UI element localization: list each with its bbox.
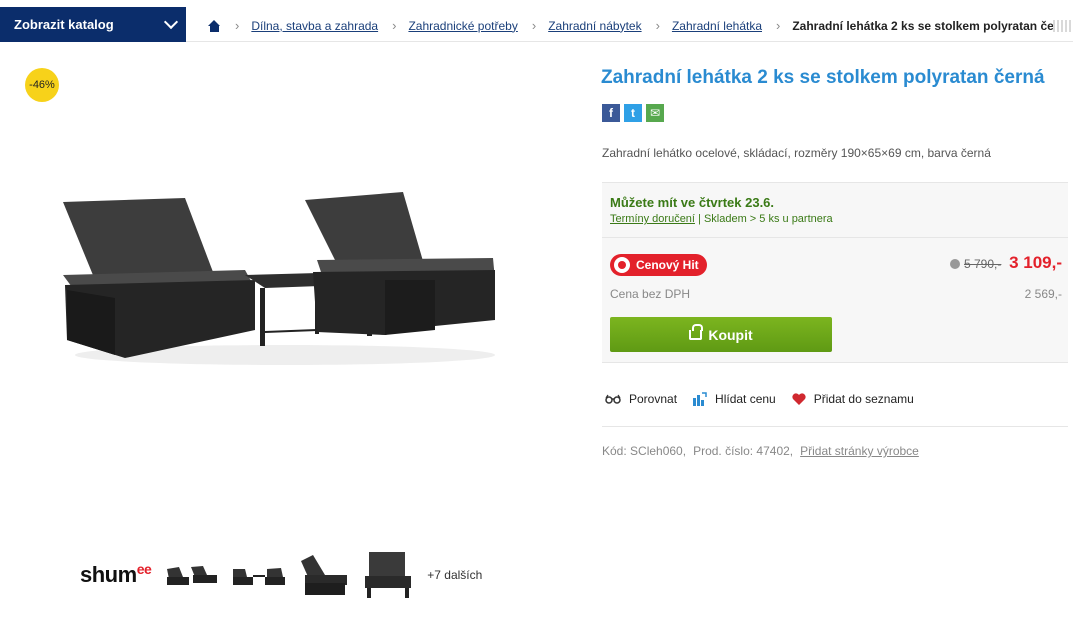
top-bar: Zobrazit katalog › Dílna, stavba a zahra… [0, 0, 1073, 42]
thumbnail-row: shumee +7 dalších [80, 550, 482, 600]
delivery-terms-link[interactable]: Termíny doručení [610, 213, 695, 225]
basket-icon [689, 323, 704, 340]
chevron-down-icon [163, 14, 179, 30]
add-to-list-label: Přidat do seznamu [813, 392, 914, 406]
info-icon[interactable] [950, 259, 960, 269]
price-hit-label: Cenový Hit [636, 258, 699, 272]
catalog-label: Zobrazit katalog [14, 17, 114, 32]
chevron-right-icon: › [655, 18, 660, 33]
twitter-icon[interactable]: t [624, 104, 642, 122]
heart-icon [792, 393, 806, 405]
product-description: Zahradní lehátko ocelové, skládací, rozm… [602, 146, 991, 160]
manufacturer-link[interactable]: Přidat stránky výrobce [800, 444, 919, 458]
availability-line: Termíny doručení | Skladem > 5 ks u part… [610, 213, 1068, 225]
email-icon[interactable]: ✉ [646, 104, 664, 122]
catalog-button[interactable]: Zobrazit katalog [0, 7, 186, 42]
add-to-list-button[interactable]: Přidat do seznamu [792, 392, 914, 406]
chart-icon [693, 392, 707, 406]
thumbnail-image[interactable] [299, 553, 349, 597]
watch-price-label: Hlídat cenu [715, 392, 776, 406]
price-without-vat: 2 569,- [1024, 287, 1062, 301]
breadcrumb-link[interactable]: Zahradnické potřeby [408, 19, 517, 33]
availability-title: Můžete mít ve čtvrtek 23.6. [610, 195, 775, 210]
chevron-right-icon: › [235, 18, 240, 33]
buy-label: Koupit [708, 326, 753, 343]
old-price: 5 790,- [950, 257, 1001, 271]
buy-button[interactable]: Koupit [610, 317, 832, 352]
thumbnail-image[interactable] [167, 563, 219, 587]
product-image[interactable] [55, 180, 505, 380]
price-hit-badge[interactable]: Cenový Hit [610, 254, 707, 276]
price-box: Cenový Hit 5 790,- 3 109,- Cena bez DPH … [602, 237, 1068, 363]
stock-status: | Skladem > 5 ks u partnera [694, 213, 833, 225]
price-hit-icon [614, 257, 630, 273]
price-without-vat-label: Cena bez DPH [610, 287, 691, 301]
more-images-link[interactable]: +7 dalších [427, 568, 482, 582]
current-price: 3 109,- [1009, 253, 1062, 272]
discount-badge: -46% [25, 68, 59, 102]
breadcrumb: › Dílna, stavba a zahrada › Zahradnické … [208, 18, 1072, 33]
thumbnail-image[interactable] [233, 563, 286, 587]
compare-icon [605, 394, 621, 404]
breadcrumb-link[interactable]: Dílna, stavba a zahrada [251, 19, 378, 33]
share-buttons: f t ✉ [602, 104, 668, 122]
breadcrumb-link[interactable]: Zahradní lehátka [672, 19, 762, 33]
thumbnail-image[interactable] [363, 550, 413, 600]
breadcrumb-link[interactable]: Zahradní nábytek [548, 19, 641, 33]
product-code: Kód: SCleh060, [602, 444, 687, 458]
chevron-right-icon: › [392, 18, 397, 33]
home-icon[interactable] [208, 19, 221, 32]
breadcrumb-current: Zahradní lehátka 2 ks se stolkem polyrat… [792, 18, 1073, 33]
watch-price-button[interactable]: Hlídat cenu [693, 392, 776, 406]
facebook-icon[interactable]: f [602, 104, 620, 122]
scroll-handle[interactable] [1053, 20, 1073, 32]
availability-box: Můžete mít ve čtvrtek 23.6. Termíny doru… [602, 182, 1068, 237]
product-title: Zahradní lehátka 2 ks se stolkem polyrat… [601, 67, 1045, 88]
brand-logo[interactable]: shumee [80, 561, 152, 588]
compare-button[interactable]: Porovnat [605, 392, 677, 406]
product-actions: Porovnat Hlídat cenu Přidat do seznamu [605, 392, 930, 406]
compare-label: Porovnat [629, 392, 678, 406]
chevron-right-icon: › [776, 18, 781, 33]
old-price-value: 5 790,- [964, 257, 1002, 271]
product-codes: Kód: SCleh060, Prod. číslo: 47402, Přida… [602, 444, 919, 458]
chevron-right-icon: › [531, 18, 537, 33]
divider [602, 426, 1068, 427]
product-number: Prod. číslo: 47402, [693, 444, 794, 458]
